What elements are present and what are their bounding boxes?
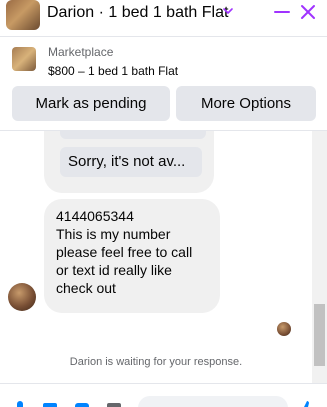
more-options-button[interactable]: More Options bbox=[176, 86, 316, 121]
composer-divider bbox=[0, 383, 327, 384]
mic-icon[interactable] bbox=[10, 398, 30, 407]
listing-summary[interactable]: $800 – 1 bed 1 bath Flat bbox=[48, 64, 178, 78]
seen-receipt-avatar bbox=[277, 322, 291, 336]
header-divider bbox=[0, 36, 327, 37]
marketplace-listing[interactable]: Marketplace $800 – 1 bed 1 bath Flat bbox=[12, 45, 322, 81]
quick-reply-partial bbox=[60, 131, 206, 139]
close-icon[interactable] bbox=[298, 2, 318, 22]
chat-header: Darion · 1 bed 1 bath Flat bbox=[0, 0, 327, 36]
message-line: or text id really like bbox=[56, 262, 172, 278]
waiting-status: Darion is waiting for your response. bbox=[69, 356, 243, 368]
scrollbar-thumb[interactable] bbox=[314, 304, 325, 366]
message-bubble[interactable]: 4144065344 This is my number please feel… bbox=[44, 199, 220, 313]
chevron-down-icon[interactable] bbox=[222, 5, 234, 17]
sticker-icon[interactable] bbox=[72, 398, 92, 407]
quick-reply-button[interactable]: Sorry, it's not av... bbox=[60, 147, 202, 177]
message-line: please feel free to call bbox=[56, 244, 193, 260]
message-line: 4144065344 bbox=[56, 208, 134, 224]
minimize-icon[interactable] bbox=[272, 2, 292, 22]
listing-thumbnail[interactable] bbox=[12, 47, 36, 71]
mark-as-pending-button[interactable]: Mark as pending bbox=[12, 86, 170, 121]
chat-title[interactable]: Darion · 1 bed 1 bath Flat bbox=[47, 4, 228, 22]
message-bubble-partial: Sorry, it's not av... bbox=[44, 131, 214, 193]
listing-kicker: Marketplace bbox=[48, 45, 114, 59]
like-icon[interactable] bbox=[296, 398, 316, 407]
contact-avatar[interactable] bbox=[6, 0, 40, 30]
message-line: check out bbox=[56, 280, 116, 296]
gif-icon[interactable] bbox=[104, 398, 124, 407]
message-line: This is my number bbox=[56, 226, 171, 242]
image-icon[interactable] bbox=[40, 398, 60, 407]
sender-avatar[interactable] bbox=[8, 283, 36, 311]
message-input[interactable] bbox=[138, 396, 288, 407]
